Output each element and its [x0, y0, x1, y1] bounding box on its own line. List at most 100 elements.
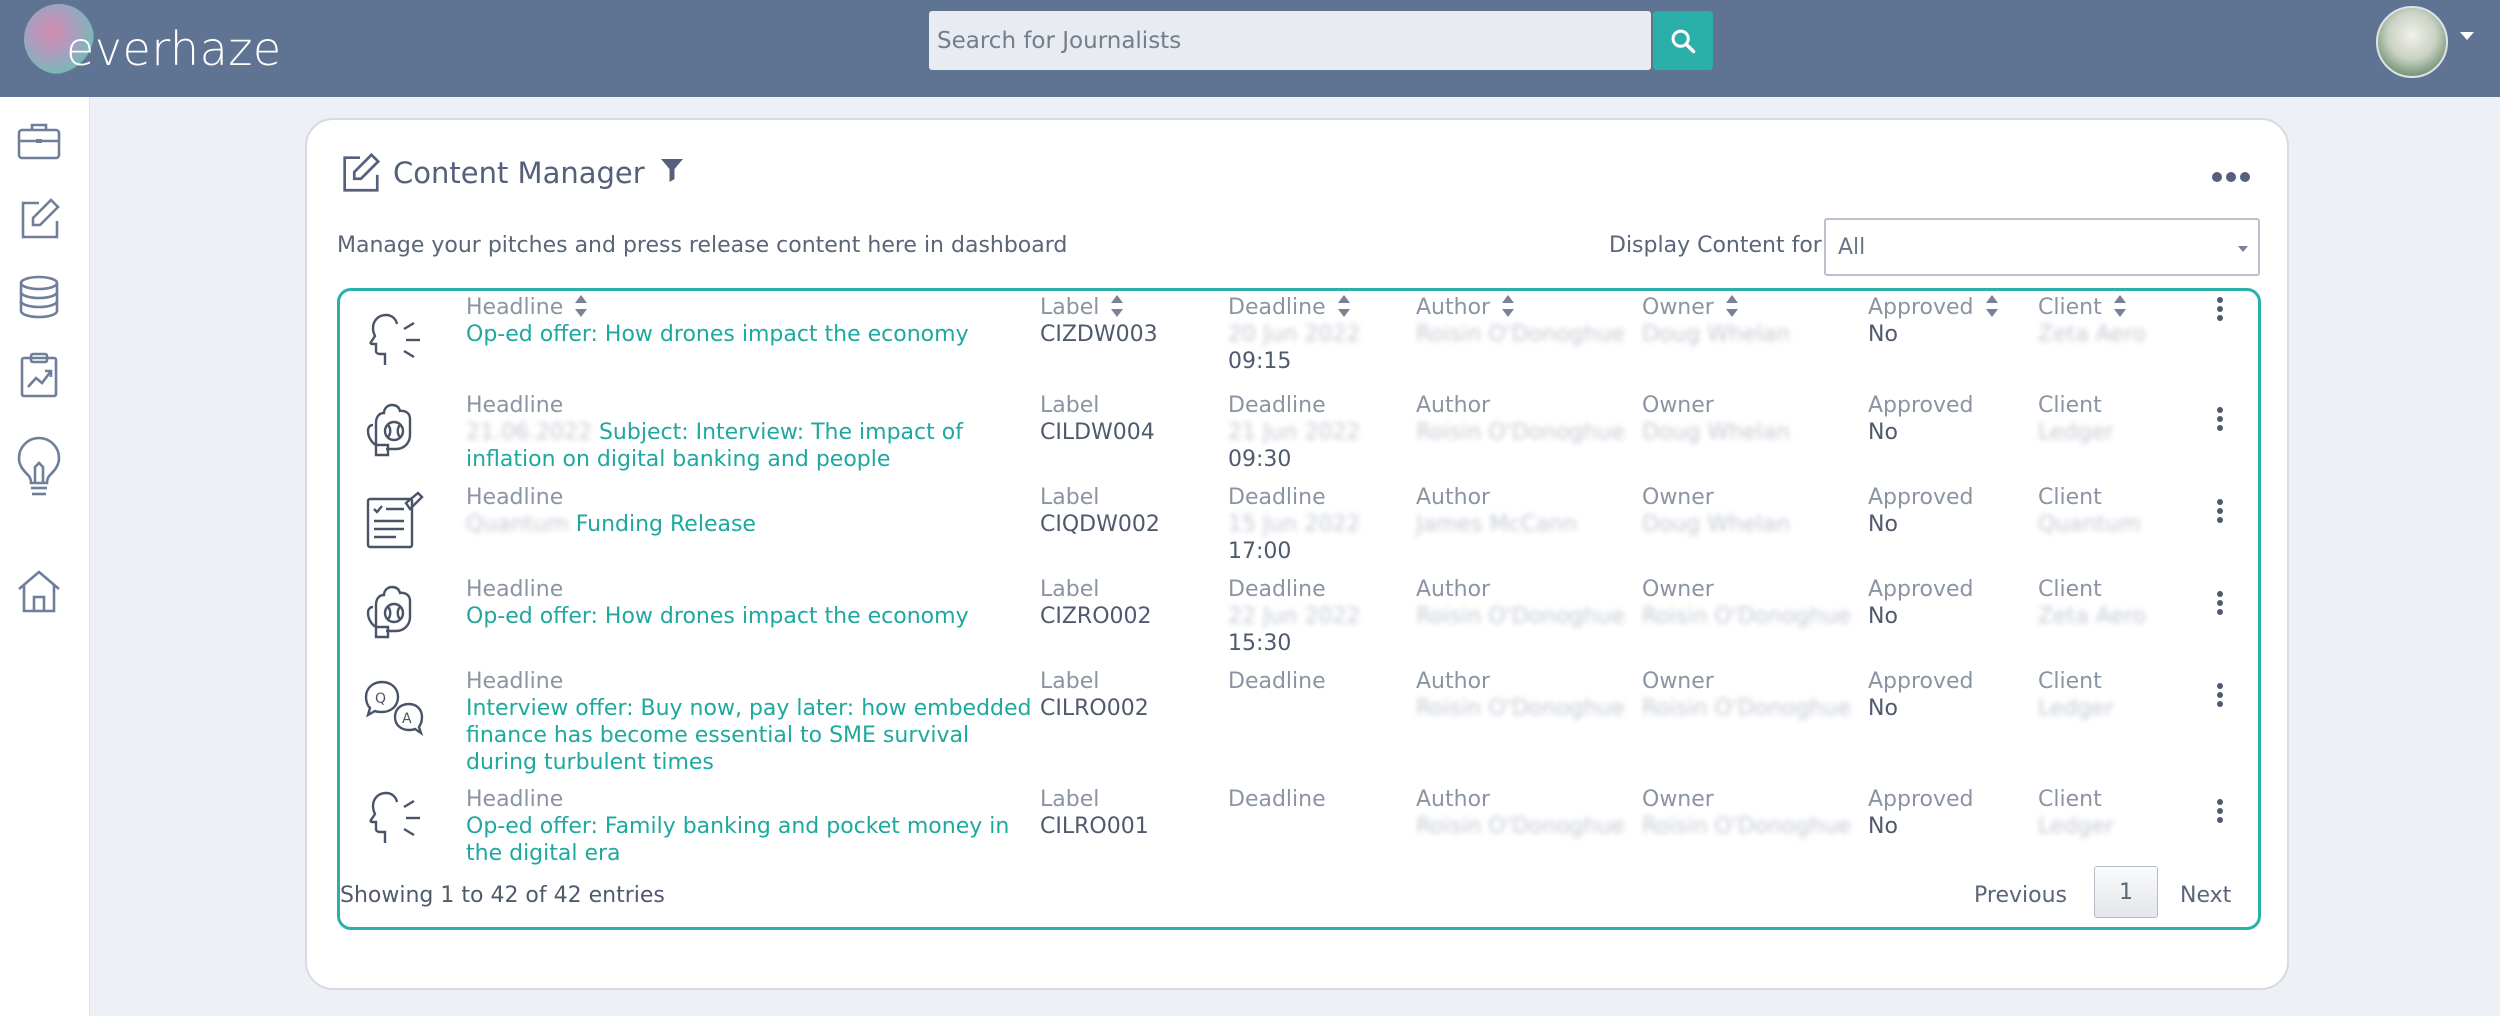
label-value: CIQDW002 [1040, 512, 1160, 537]
home-icon[interactable] [13, 565, 65, 617]
client-label: Client [2038, 485, 2102, 510]
more-options-icon[interactable] [2211, 170, 2251, 189]
owner-value: Roisin O'Donoghue [1642, 604, 1851, 629]
edit-icon[interactable] [13, 193, 65, 245]
document-list-icon [366, 491, 424, 549]
row-actions-icon[interactable] [2210, 683, 2230, 713]
sidebar [0, 97, 90, 1016]
column-header-client: Client [2038, 295, 2188, 321]
row-actions-icon[interactable] [2210, 297, 2230, 327]
column-header-owner: Owner [1642, 295, 1852, 321]
row-actions-icon[interactable] [2210, 407, 2230, 437]
headline-label: Headline [466, 787, 564, 812]
baseball-glove-icon [366, 585, 412, 639]
headline-link[interactable]: Op-ed offer: How drones impact the econo… [466, 603, 1026, 630]
clipboard-chart-icon[interactable] [13, 349, 65, 401]
headline-link[interactable]: Interview offer: Buy now, pay later: how… [466, 695, 1038, 776]
content-manager-card: Content Manager Manage your pitches and … [305, 118, 2289, 990]
deadline-date: 22 Jun 2022 [1228, 604, 1361, 629]
content-table: Headline Op-ed offer: How drones impact … [337, 288, 2261, 930]
column-header-label: Label [1040, 295, 1210, 321]
speaking-head-icon [369, 791, 420, 843]
label-label: Label [1040, 485, 1100, 510]
headline-label: Headline [466, 577, 564, 602]
author-value: James McCann [1416, 512, 1578, 537]
client-value: Ledger [2038, 814, 2114, 839]
briefcase-icon[interactable] [13, 115, 65, 167]
client-value: Ledger [2038, 696, 2114, 721]
label-value: CIZDW003 [1040, 322, 1158, 347]
owner-label: Owner [1642, 669, 1714, 694]
headline-link[interactable]: Quantum Funding Release [466, 511, 1026, 538]
sort-icon[interactable] [1111, 293, 1124, 319]
filter-icon[interactable] [659, 156, 685, 189]
approved-value: No [1868, 322, 1898, 347]
headline-link[interactable]: Op-ed offer: Family banking and pocket m… [466, 813, 1026, 867]
label-value: CILDW004 [1040, 420, 1155, 445]
client-label: Client [2038, 669, 2102, 694]
author-value: Roisin O'Donoghue [1416, 604, 1625, 629]
owner-label: Owner [1642, 577, 1714, 602]
svg-text:Q: Q [375, 691, 386, 707]
column-header-approved: Approved [1868, 295, 2018, 321]
lightbulb-icon[interactable] [13, 433, 65, 503]
owner-label: Owner [1642, 787, 1714, 812]
author-value: Roisin O'Donoghue [1416, 696, 1625, 721]
client-label: Client [2038, 393, 2102, 418]
search-input[interactable] [929, 11, 1651, 70]
headline-link[interactable]: 21.06.2022 Subject: Interview: The impac… [466, 419, 1026, 473]
edit-icon [343, 152, 381, 192]
svg-text:A: A [402, 711, 412, 727]
deadline-label: Deadline [1228, 393, 1326, 418]
previous-page-button[interactable]: Previous [1974, 883, 2067, 908]
label-value: CILRO001 [1040, 814, 1149, 839]
display-content-select[interactable]: All [1824, 218, 2260, 276]
client-value: Zeta Aero [2038, 322, 2146, 347]
search-icon [1671, 29, 1696, 53]
sort-icon[interactable] [1725, 293, 1738, 319]
deadline-label: Deadline [1228, 485, 1326, 510]
approved-label: Approved [1868, 577, 1974, 602]
client-value: Ledger [2038, 420, 2114, 445]
sort-icon[interactable] [1337, 293, 1350, 319]
database-icon[interactable] [13, 271, 65, 323]
headline-link[interactable]: Op-ed offer: How drones impact the econo… [466, 321, 1026, 348]
owner-value: Doug Whelan [1642, 512, 1791, 537]
row-actions-icon[interactable] [2210, 499, 2230, 529]
search-button[interactable] [1653, 11, 1713, 70]
deadline-time: 15:30 [1228, 631, 1292, 656]
row-actions-icon[interactable] [2210, 799, 2230, 829]
deadline-date: 15 Jun 2022 [1228, 512, 1361, 537]
qa-chat-icon: QA [364, 680, 424, 736]
headline-label: Headline [466, 669, 564, 694]
headline-label: Headline [466, 393, 564, 418]
sort-icon[interactable] [1502, 293, 1515, 319]
column-header-deadline: Deadline [1228, 295, 1418, 321]
client-value: Zeta Aero [2038, 604, 2146, 629]
approved-value: No [1868, 512, 1898, 537]
label-label: Label [1040, 669, 1100, 694]
page-1-button[interactable]: 1 [2094, 866, 2158, 918]
user-avatar[interactable] [2376, 6, 2448, 78]
approved-value: No [1868, 420, 1898, 445]
author-label: Author [1416, 669, 1491, 694]
chevron-down-icon[interactable] [2460, 32, 2474, 40]
display-content-label: Display Content for: [1609, 233, 1829, 258]
sort-icon[interactable] [575, 293, 588, 319]
author-label: Author [1416, 577, 1491, 602]
owner-value: Roisin O'Donoghue [1642, 696, 1851, 721]
sort-icon[interactable] [2113, 293, 2126, 319]
deadline-label: Deadline [1228, 577, 1326, 602]
next-page-button[interactable]: Next [2180, 883, 2231, 908]
brand-logo[interactable]: everhaze [18, 0, 288, 97]
display-content-value: All [1838, 234, 1866, 260]
page-subtitle: Manage your pitches and press release co… [337, 233, 1068, 258]
deadline-time: 17:00 [1228, 539, 1292, 564]
approved-label: Approved [1868, 669, 1974, 694]
author-label: Author [1416, 393, 1491, 418]
sort-icon[interactable] [1985, 293, 1998, 319]
row-actions-icon[interactable] [2210, 591, 2230, 621]
client-label: Client [2038, 577, 2102, 602]
deadline-time: 09:15 [1228, 349, 1292, 374]
approved-value: No [1868, 696, 1898, 721]
